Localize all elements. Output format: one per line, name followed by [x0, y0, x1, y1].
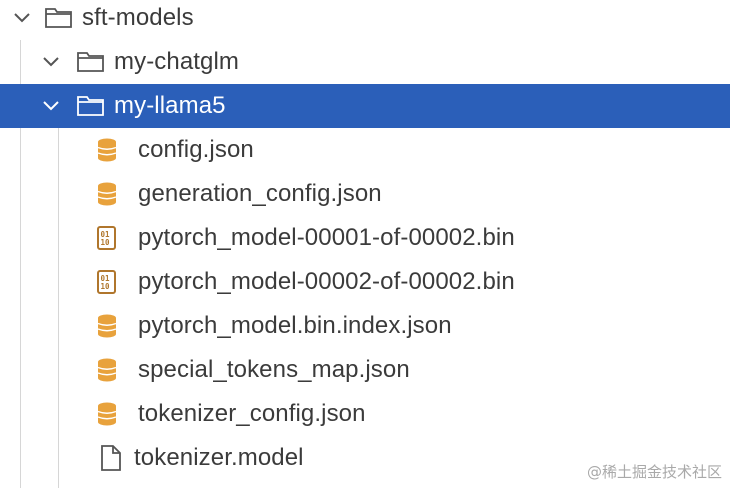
tree-item-file[interactable]: special_tokens_map.json — [0, 348, 730, 392]
tree-item-file[interactable]: generation_config.json — [0, 172, 730, 216]
document-file-icon — [100, 444, 122, 471]
tree-item-root-folder[interactable]: sft-models — [0, 0, 730, 40]
chevron-down-icon[interactable] — [40, 95, 62, 117]
tree-item-label: pytorch_model-00002-of-00002.bin — [138, 268, 515, 295]
tree-item-label: generation_config.json — [138, 180, 382, 207]
json-database-icon — [96, 401, 118, 427]
tree-item-label: special_tokens_map.json — [138, 356, 410, 383]
chevron-down-icon[interactable] — [40, 51, 62, 73]
tree-item-label: config.json — [138, 136, 254, 163]
binary-file-icon: 01 10 — [96, 269, 118, 295]
folder-icon — [44, 6, 74, 28]
tree-item-file[interactable]: tokenizer_config.json — [0, 392, 730, 436]
watermark: @稀土掘金技术社区 — [586, 463, 722, 481]
folder-icon — [76, 50, 106, 72]
tree-item-folder-my-llama5[interactable]: my-llama5 — [0, 84, 730, 128]
tree-item-file[interactable]: 01 10 pytorch_model-00001-of-00002.bin — [0, 216, 730, 260]
json-database-icon — [96, 357, 118, 383]
tree-item-file[interactable]: pytorch_model.bin.index.json — [0, 304, 730, 348]
folder-icon — [76, 94, 106, 116]
binary-file-icon: 01 10 — [96, 225, 118, 251]
tree-item-label: sft-models — [82, 4, 194, 31]
json-database-icon — [96, 181, 118, 207]
file-explorer-tree: sft-models my-chatglm my-llama5 config.j… — [0, 0, 730, 488]
tree-item-label: my-chatglm — [114, 48, 240, 75]
tree-item-file[interactable]: config.json — [0, 128, 730, 172]
tree-item-label: pytorch_model.bin.index.json — [138, 312, 452, 339]
json-database-icon — [96, 137, 118, 163]
tree-item-label: my-llama5 — [114, 92, 226, 119]
json-database-icon — [96, 313, 118, 339]
tree-item-folder-my-chatglm[interactable]: my-chatglm — [0, 40, 730, 84]
tree-item-label: tokenizer_config.json — [138, 400, 366, 427]
tree-item-label: pytorch_model-00001-of-00002.bin — [138, 224, 515, 251]
tree-item-file[interactable]: 01 10 pytorch_model-00002-of-00002.bin — [0, 260, 730, 304]
chevron-down-icon[interactable] — [11, 7, 33, 29]
tree-item-label: tokenizer.model — [134, 444, 304, 471]
svg-text:10: 10 — [101, 282, 111, 291]
svg-text:10: 10 — [101, 238, 111, 247]
